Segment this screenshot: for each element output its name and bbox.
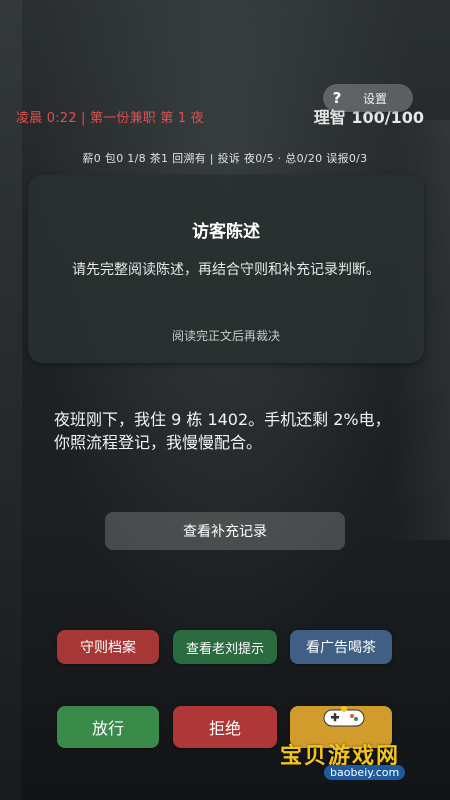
reject-button[interactable]: 拒绝 (173, 706, 277, 748)
time-shift-label: 凌晨 0:22 | 第一份兼职 第 1 夜 (16, 110, 204, 126)
watermark-url: baobeiy.com (324, 765, 406, 780)
panel-hint: 阅读完正文后再裁决 (171, 329, 280, 343)
watch-ad-tea-button[interactable]: 看广告喝茶 (290, 630, 392, 664)
rules-archive-button[interactable]: 守则档案 (57, 630, 159, 664)
panel-title: 访客陈述 (192, 222, 260, 242)
help-button[interactable]: ? (323, 84, 351, 112)
watermark: 宝贝游戏网 baobeiy.com (280, 738, 430, 788)
visitor-statement: 夜班刚下，我住 9 栋 1402。手机还剩 2%电，你照流程登记，我慢慢配合。 (54, 410, 391, 452)
panel-description: 请先完整阅读陈述，再结合守则和补充记录判断。 (72, 262, 380, 278)
help-icon: ? (332, 89, 342, 107)
help-settings-pill: ? 设置 (323, 84, 413, 112)
view-hint-button[interactable]: 查看老刘提示 (173, 630, 277, 664)
stats-bar: 薪0 包0 1/8 茶1 回溯有 | 投诉 夜0/5 · 总0/20 误报0/3 (82, 152, 368, 165)
settings-button[interactable]: 设置 (351, 90, 387, 107)
gamepad-logo-icon (323, 706, 365, 727)
statement-panel: 访客陈述 请先完整阅读陈述，再结合守则和补充记录判断。 阅读完正文后再裁决 (28, 175, 424, 363)
view-supplement-button[interactable]: 查看补充记录 (105, 512, 345, 550)
pass-button[interactable]: 放行 (57, 706, 159, 748)
